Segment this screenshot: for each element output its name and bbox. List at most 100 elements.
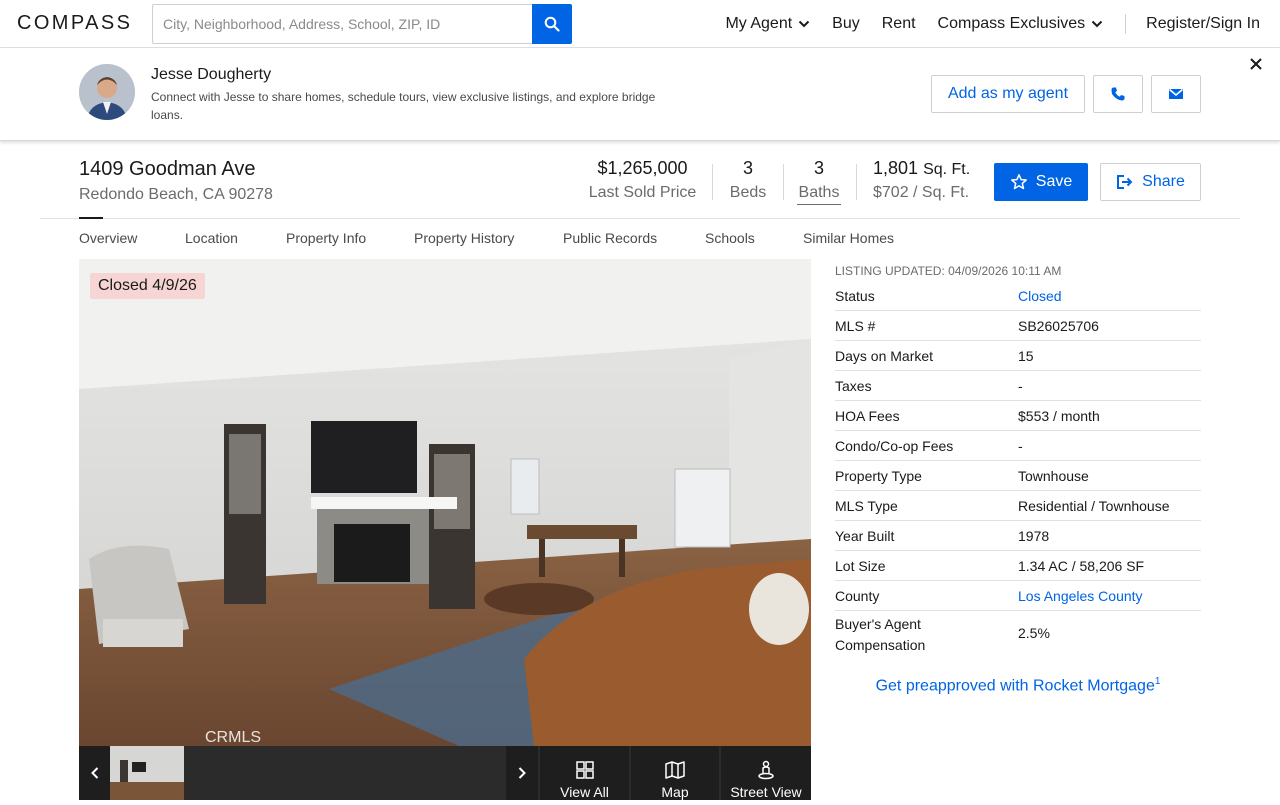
tab-location[interactable]: Location bbox=[185, 230, 238, 246]
close-banner-button[interactable] bbox=[1246, 54, 1266, 74]
view-all-button[interactable]: View All bbox=[540, 746, 629, 800]
nav-my-agent-label: My Agent bbox=[725, 15, 793, 32]
nav-my-agent[interactable]: My Agent bbox=[725, 15, 810, 33]
detail-key: Condo/Co-op Fees bbox=[835, 438, 954, 454]
listing-address: 1409 Goodman Ave bbox=[79, 158, 256, 180]
nav-exclusives-label: Compass Exclusives bbox=[937, 15, 1086, 32]
search-bar bbox=[152, 4, 572, 44]
detail-row-mls-type: MLS Type Residential / Townhouse bbox=[835, 491, 1201, 521]
detail-row-county: County Los Angeles County bbox=[835, 581, 1201, 611]
detail-key: Taxes bbox=[835, 378, 872, 394]
gallery-thumbnail[interactable] bbox=[110, 746, 184, 800]
gallery-next-button[interactable] bbox=[506, 746, 538, 800]
email-agent-button[interactable] bbox=[1151, 75, 1201, 113]
detail-value: Residential / Townhouse bbox=[1018, 498, 1170, 514]
detail-key: MLS # bbox=[835, 318, 876, 334]
stat-divider bbox=[856, 164, 857, 200]
detail-row-property-type: Property Type Townhouse bbox=[835, 461, 1201, 491]
baths-value: 3 bbox=[813, 158, 824, 178]
detail-value: SB26025706 bbox=[1018, 318, 1099, 334]
stat-divider bbox=[712, 164, 713, 200]
detail-value: 2.5% bbox=[1018, 625, 1050, 641]
detail-row-hoa: HOA Fees $553 / month bbox=[835, 401, 1201, 431]
detail-key: MLS Type bbox=[835, 498, 898, 514]
chevron-down-icon bbox=[798, 20, 810, 28]
photo-watermark: CRMLS bbox=[205, 729, 261, 746]
listing-photo[interactable]: CRMLS bbox=[79, 259, 811, 746]
detail-key: Status bbox=[835, 288, 875, 304]
tab-property-info[interactable]: Property Info bbox=[286, 230, 366, 246]
tab-property-history[interactable]: Property History bbox=[414, 230, 514, 246]
listing-city: Redondo Beach, CA 90278 bbox=[79, 186, 273, 203]
rocket-mortgage-link[interactable]: Get preapproved with Rocket Mortgage1 bbox=[835, 676, 1201, 695]
detail-value: 15 bbox=[1018, 348, 1034, 364]
tab-schools[interactable]: Schools bbox=[705, 230, 755, 246]
tab-public-records[interactable]: Public Records bbox=[563, 230, 657, 246]
rocket-label: Get preapproved with Rocket Mortgage bbox=[875, 677, 1155, 695]
stat-sqft: 1,801 Sq. Ft. $702 / Sq. Ft. bbox=[873, 158, 970, 202]
detail-key: Buyer's Agent Compensation bbox=[835, 616, 926, 653]
detail-row-taxes: Taxes - bbox=[835, 371, 1201, 401]
detail-row-buyer-compensation: Buyer's Agent Compensation 2.5% bbox=[835, 611, 1201, 655]
street-view-icon bbox=[758, 760, 774, 780]
detail-row-mls: MLS # SB26025706 bbox=[835, 311, 1201, 341]
share-button[interactable]: Share bbox=[1100, 163, 1201, 201]
nav-buy[interactable]: Buy bbox=[832, 15, 860, 33]
county-link[interactable]: Los Angeles County bbox=[1018, 588, 1143, 604]
add-as-agent-button[interactable]: Add as my agent bbox=[931, 75, 1085, 113]
view-all-label: View All bbox=[560, 784, 609, 800]
close-icon bbox=[1250, 58, 1262, 70]
detail-key: Days on Market bbox=[835, 348, 934, 364]
detail-key: Property Type bbox=[835, 468, 922, 484]
save-button[interactable]: Save bbox=[994, 163, 1088, 201]
street-view-button[interactable]: Street View bbox=[721, 746, 811, 800]
price-label: Last Sold Price bbox=[588, 184, 697, 201]
detail-value: Townhouse bbox=[1018, 468, 1089, 484]
grid-icon bbox=[575, 761, 594, 779]
nav-divider bbox=[1125, 14, 1127, 34]
beds-value: 3 bbox=[742, 158, 753, 178]
baths-label: Baths bbox=[797, 184, 841, 205]
call-agent-button[interactable] bbox=[1093, 75, 1143, 113]
save-label: Save bbox=[1035, 173, 1073, 190]
nav-compass-exclusives[interactable]: Compass Exclusives bbox=[938, 15, 1104, 33]
detail-key: HOA Fees bbox=[835, 408, 900, 424]
stat-baths[interactable]: 3 Baths bbox=[797, 158, 841, 205]
living-room-illustration: CRMLS bbox=[79, 259, 811, 746]
nav-register-signin[interactable]: Register/Sign In bbox=[1146, 15, 1260, 33]
stat-beds: 3 Beds bbox=[727, 158, 769, 202]
footnote-marker: 1 bbox=[1154, 676, 1161, 687]
search-input[interactable] bbox=[152, 4, 532, 44]
closed-badge: Closed 4/9/26 bbox=[90, 273, 205, 299]
compass-logo[interactable]: COMPASS bbox=[17, 12, 132, 35]
street-view-label: Street View bbox=[730, 784, 802, 800]
detail-row-year-built: Year Built 1978 bbox=[835, 521, 1201, 551]
sqft-value: 1,801 bbox=[873, 158, 919, 178]
nav-rent[interactable]: Rent bbox=[882, 15, 916, 33]
nav-links: My Agent Buy Rent Compass Exclusives Reg… bbox=[725, 0, 1260, 48]
agent-name: Jesse Dougherty bbox=[151, 66, 272, 83]
price-value: $1,265,000 bbox=[597, 158, 688, 178]
detail-value: - bbox=[1018, 438, 1023, 454]
sqft-unit: Sq. Ft. bbox=[923, 161, 971, 178]
beds-label: Beds bbox=[729, 184, 767, 201]
detail-value: 1.34 AC / 58,206 SF bbox=[1018, 558, 1145, 574]
map-button[interactable]: Map bbox=[631, 746, 719, 800]
listing-updated: LISTING UPDATED: 04/09/2026 10:11 AM bbox=[835, 264, 1062, 278]
detail-value: 1978 bbox=[1018, 528, 1050, 544]
price-per-sqft: $702 / Sq. Ft. bbox=[873, 184, 970, 201]
stat-divider bbox=[783, 164, 784, 200]
map-label: Map bbox=[661, 784, 689, 800]
status-link[interactable]: Closed bbox=[1018, 288, 1062, 304]
tab-similar-homes[interactable]: Similar Homes bbox=[803, 230, 894, 246]
agent-avatar bbox=[79, 64, 135, 120]
phone-icon bbox=[1111, 87, 1125, 101]
tab-active-indicator bbox=[79, 217, 103, 219]
tabs-divider bbox=[40, 218, 1240, 219]
chevron-down-icon bbox=[1091, 20, 1103, 28]
search-button[interactable] bbox=[532, 4, 572, 44]
gallery-prev-button[interactable] bbox=[79, 746, 110, 800]
detail-key: Lot Size bbox=[835, 558, 886, 574]
star-icon bbox=[1010, 174, 1027, 190]
tab-overview[interactable]: Overview bbox=[79, 230, 137, 246]
